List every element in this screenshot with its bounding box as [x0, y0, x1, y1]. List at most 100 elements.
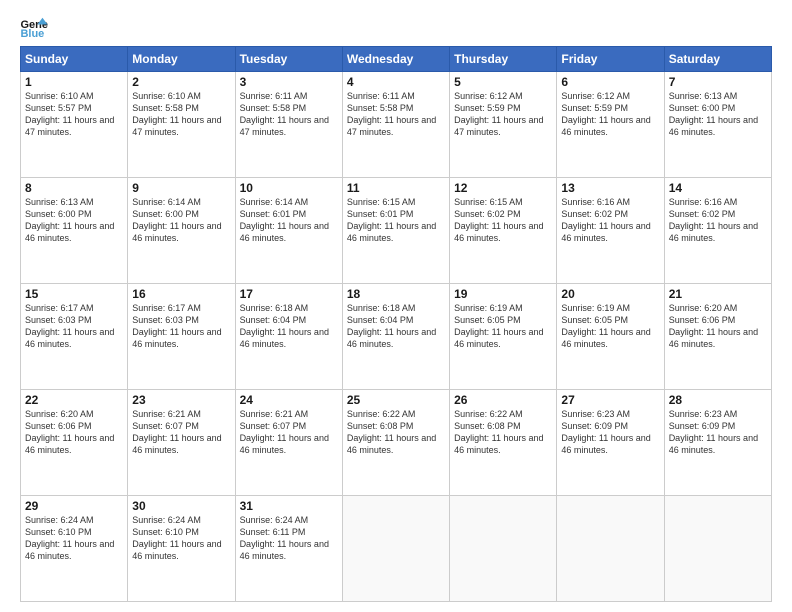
day-number: 4 — [347, 75, 445, 89]
calendar-cell: 7 Sunrise: 6:13 AMSunset: 6:00 PMDayligh… — [664, 72, 771, 178]
calendar-header-friday: Friday — [557, 47, 664, 72]
day-info: Sunrise: 6:24 AMSunset: 6:10 PMDaylight:… — [25, 514, 123, 563]
day-info: Sunrise: 6:17 AMSunset: 6:03 PMDaylight:… — [132, 302, 230, 351]
day-number: 21 — [669, 287, 767, 301]
day-info: Sunrise: 6:14 AMSunset: 6:01 PMDaylight:… — [240, 196, 338, 245]
day-info: Sunrise: 6:19 AMSunset: 6:05 PMDaylight:… — [561, 302, 659, 351]
calendar-cell: 17 Sunrise: 6:18 AMSunset: 6:04 PMDaylig… — [235, 284, 342, 390]
day-number: 18 — [347, 287, 445, 301]
page: General Blue SundayMondayTuesdayWednesda… — [0, 0, 792, 612]
calendar-cell — [342, 496, 449, 602]
day-info: Sunrise: 6:20 AMSunset: 6:06 PMDaylight:… — [669, 302, 767, 351]
calendar-cell: 9 Sunrise: 6:14 AMSunset: 6:00 PMDayligh… — [128, 178, 235, 284]
calendar-cell: 14 Sunrise: 6:16 AMSunset: 6:02 PMDaylig… — [664, 178, 771, 284]
day-number: 16 — [132, 287, 230, 301]
day-number: 23 — [132, 393, 230, 407]
calendar-cell: 1 Sunrise: 6:10 AMSunset: 5:57 PMDayligh… — [21, 72, 128, 178]
day-number: 10 — [240, 181, 338, 195]
calendar-cell: 13 Sunrise: 6:16 AMSunset: 6:02 PMDaylig… — [557, 178, 664, 284]
day-info: Sunrise: 6:17 AMSunset: 6:03 PMDaylight:… — [25, 302, 123, 351]
calendar-cell — [557, 496, 664, 602]
day-info: Sunrise: 6:11 AMSunset: 5:58 PMDaylight:… — [240, 90, 338, 139]
svg-text:Blue: Blue — [20, 28, 44, 38]
day-number: 17 — [240, 287, 338, 301]
day-number: 26 — [454, 393, 552, 407]
calendar-cell: 24 Sunrise: 6:21 AMSunset: 6:07 PMDaylig… — [235, 390, 342, 496]
calendar-week-3: 15 Sunrise: 6:17 AMSunset: 6:03 PMDaylig… — [21, 284, 772, 390]
calendar-cell: 29 Sunrise: 6:24 AMSunset: 6:10 PMDaylig… — [21, 496, 128, 602]
calendar-cell: 5 Sunrise: 6:12 AMSunset: 5:59 PMDayligh… — [450, 72, 557, 178]
calendar-week-4: 22 Sunrise: 6:20 AMSunset: 6:06 PMDaylig… — [21, 390, 772, 496]
day-info: Sunrise: 6:21 AMSunset: 6:07 PMDaylight:… — [240, 408, 338, 457]
calendar-cell: 10 Sunrise: 6:14 AMSunset: 6:01 PMDaylig… — [235, 178, 342, 284]
day-info: Sunrise: 6:11 AMSunset: 5:58 PMDaylight:… — [347, 90, 445, 139]
calendar-cell: 15 Sunrise: 6:17 AMSunset: 6:03 PMDaylig… — [21, 284, 128, 390]
day-number: 30 — [132, 499, 230, 513]
day-info: Sunrise: 6:15 AMSunset: 6:01 PMDaylight:… — [347, 196, 445, 245]
day-info: Sunrise: 6:16 AMSunset: 6:02 PMDaylight:… — [561, 196, 659, 245]
day-number: 1 — [25, 75, 123, 89]
day-info: Sunrise: 6:19 AMSunset: 6:05 PMDaylight:… — [454, 302, 552, 351]
calendar-cell — [450, 496, 557, 602]
calendar-cell: 11 Sunrise: 6:15 AMSunset: 6:01 PMDaylig… — [342, 178, 449, 284]
day-number: 31 — [240, 499, 338, 513]
calendar-cell: 22 Sunrise: 6:20 AMSunset: 6:06 PMDaylig… — [21, 390, 128, 496]
day-number: 7 — [669, 75, 767, 89]
day-info: Sunrise: 6:13 AMSunset: 6:00 PMDaylight:… — [25, 196, 123, 245]
day-info: Sunrise: 6:22 AMSunset: 6:08 PMDaylight:… — [454, 408, 552, 457]
day-number: 13 — [561, 181, 659, 195]
day-info: Sunrise: 6:10 AMSunset: 5:57 PMDaylight:… — [25, 90, 123, 139]
calendar-week-5: 29 Sunrise: 6:24 AMSunset: 6:10 PMDaylig… — [21, 496, 772, 602]
day-info: Sunrise: 6:15 AMSunset: 6:02 PMDaylight:… — [454, 196, 552, 245]
day-number: 27 — [561, 393, 659, 407]
day-number: 15 — [25, 287, 123, 301]
day-number: 3 — [240, 75, 338, 89]
day-info: Sunrise: 6:12 AMSunset: 5:59 PMDaylight:… — [454, 90, 552, 139]
calendar-cell: 19 Sunrise: 6:19 AMSunset: 6:05 PMDaylig… — [450, 284, 557, 390]
day-number: 22 — [25, 393, 123, 407]
day-info: Sunrise: 6:18 AMSunset: 6:04 PMDaylight:… — [347, 302, 445, 351]
calendar-header-thursday: Thursday — [450, 47, 557, 72]
calendar-header-wednesday: Wednesday — [342, 47, 449, 72]
day-number: 25 — [347, 393, 445, 407]
day-number: 8 — [25, 181, 123, 195]
calendar-table: SundayMondayTuesdayWednesdayThursdayFrid… — [20, 46, 772, 602]
calendar-cell: 27 Sunrise: 6:23 AMSunset: 6:09 PMDaylig… — [557, 390, 664, 496]
header: General Blue — [20, 16, 772, 38]
day-number: 5 — [454, 75, 552, 89]
day-number: 29 — [25, 499, 123, 513]
day-number: 2 — [132, 75, 230, 89]
day-info: Sunrise: 6:23 AMSunset: 6:09 PMDaylight:… — [561, 408, 659, 457]
calendar-header-saturday: Saturday — [664, 47, 771, 72]
calendar-cell: 26 Sunrise: 6:22 AMSunset: 6:08 PMDaylig… — [450, 390, 557, 496]
calendar-cell — [664, 496, 771, 602]
day-number: 24 — [240, 393, 338, 407]
day-info: Sunrise: 6:22 AMSunset: 6:08 PMDaylight:… — [347, 408, 445, 457]
day-number: 28 — [669, 393, 767, 407]
day-number: 9 — [132, 181, 230, 195]
calendar-cell: 28 Sunrise: 6:23 AMSunset: 6:09 PMDaylig… — [664, 390, 771, 496]
calendar-header-sunday: Sunday — [21, 47, 128, 72]
day-info: Sunrise: 6:10 AMSunset: 5:58 PMDaylight:… — [132, 90, 230, 139]
day-number: 20 — [561, 287, 659, 301]
day-info: Sunrise: 6:20 AMSunset: 6:06 PMDaylight:… — [25, 408, 123, 457]
calendar-cell: 31 Sunrise: 6:24 AMSunset: 6:11 PMDaylig… — [235, 496, 342, 602]
calendar-header-tuesday: Tuesday — [235, 47, 342, 72]
calendar-cell: 25 Sunrise: 6:22 AMSunset: 6:08 PMDaylig… — [342, 390, 449, 496]
day-info: Sunrise: 6:14 AMSunset: 6:00 PMDaylight:… — [132, 196, 230, 245]
day-info: Sunrise: 6:23 AMSunset: 6:09 PMDaylight:… — [669, 408, 767, 457]
day-number: 14 — [669, 181, 767, 195]
calendar-cell: 3 Sunrise: 6:11 AMSunset: 5:58 PMDayligh… — [235, 72, 342, 178]
calendar-week-1: 1 Sunrise: 6:10 AMSunset: 5:57 PMDayligh… — [21, 72, 772, 178]
day-number: 19 — [454, 287, 552, 301]
day-info: Sunrise: 6:24 AMSunset: 6:10 PMDaylight:… — [132, 514, 230, 563]
calendar-cell: 12 Sunrise: 6:15 AMSunset: 6:02 PMDaylig… — [450, 178, 557, 284]
day-info: Sunrise: 6:13 AMSunset: 6:00 PMDaylight:… — [669, 90, 767, 139]
generalblue-logo-icon: General Blue — [20, 16, 48, 38]
day-info: Sunrise: 6:18 AMSunset: 6:04 PMDaylight:… — [240, 302, 338, 351]
calendar-cell: 23 Sunrise: 6:21 AMSunset: 6:07 PMDaylig… — [128, 390, 235, 496]
day-number: 12 — [454, 181, 552, 195]
calendar-cell: 6 Sunrise: 6:12 AMSunset: 5:59 PMDayligh… — [557, 72, 664, 178]
calendar-cell: 16 Sunrise: 6:17 AMSunset: 6:03 PMDaylig… — [128, 284, 235, 390]
day-info: Sunrise: 6:12 AMSunset: 5:59 PMDaylight:… — [561, 90, 659, 139]
